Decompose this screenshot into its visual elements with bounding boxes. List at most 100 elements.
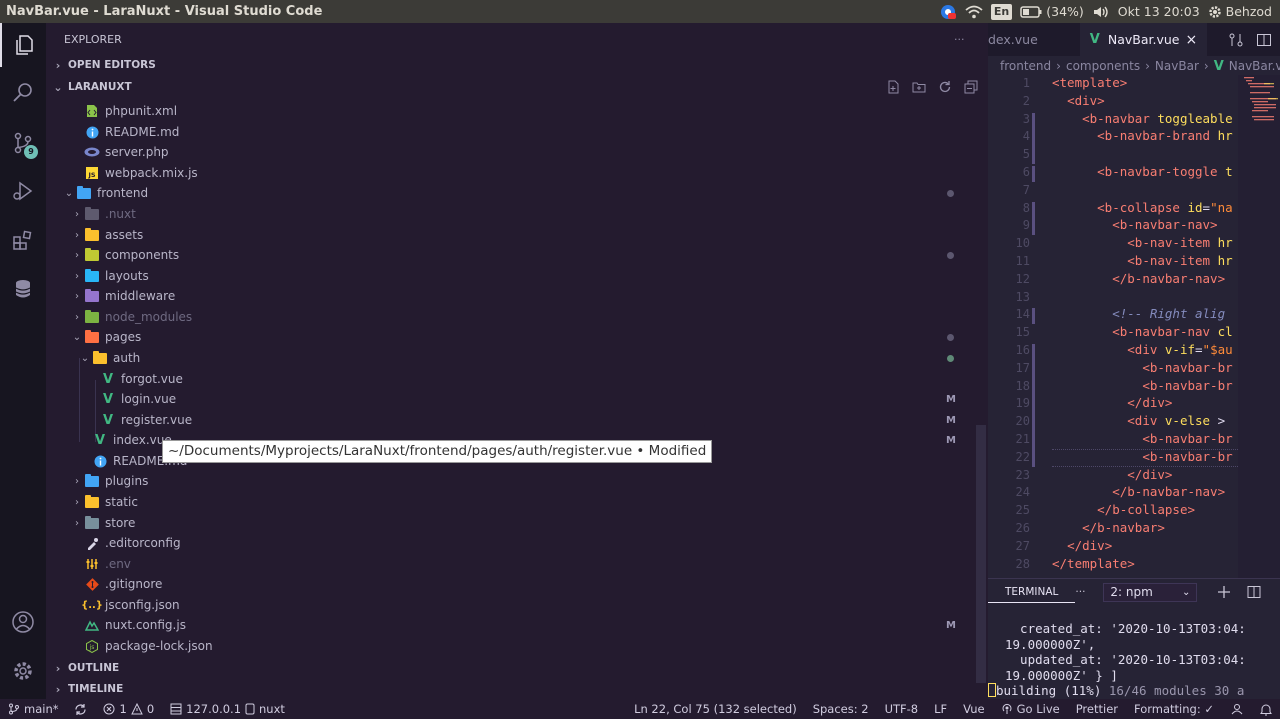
code-line: <b-navbar-br	[1142, 431, 1233, 446]
modified-gutter-marker	[1032, 112, 1035, 164]
tree-item-phpunit[interactable]: phpunit.xml	[46, 101, 974, 122]
minimap[interactable]	[1238, 75, 1280, 581]
chevron-down-icon: ⌄	[64, 187, 74, 199]
status-right: Ln 22, Col 75 (132 selected) Spaces: 2 U…	[626, 702, 1280, 716]
feedback-icon[interactable]	[1222, 703, 1252, 715]
timeline-section[interactable]: › TIMELINE	[46, 678, 988, 700]
clock[interactable]: Okt 13 20:03	[1118, 4, 1200, 19]
tree-item-package-lock[interactable]: js package-lock.json	[46, 636, 974, 657]
breadcrumb-frontend[interactable]: frontend	[1000, 59, 1051, 73]
explorer-more-button[interactable]: ···	[954, 33, 965, 46]
open-editors-section[interactable]: › OPEN EDITORS	[46, 54, 988, 76]
tree-item-server[interactable]: server.php	[46, 142, 974, 163]
extensions-icon[interactable]	[0, 219, 46, 263]
encoding[interactable]: UTF-8	[877, 702, 927, 716]
tree-item-plugins[interactable]: › plugins	[46, 471, 974, 492]
compare-changes-icon[interactable]	[1228, 32, 1244, 48]
tree-item-gitignore[interactable]: .gitignore	[46, 574, 974, 595]
tree-item-middleware[interactable]: › middleware	[46, 286, 974, 307]
tab-index-vue[interactable]: dex.vue	[988, 23, 1048, 56]
tree-item-readme-root[interactable]: README.md	[46, 122, 974, 143]
new-terminal-icon[interactable]	[1217, 585, 1231, 599]
tab-terminal[interactable]: TERMINAL	[988, 582, 1076, 603]
tree-item-assets[interactable]: › assets	[46, 225, 974, 246]
tree-item-store[interactable]: › store	[46, 513, 974, 534]
prettier-status[interactable]: Prettier	[1068, 702, 1126, 716]
keyboard-layout-indicator[interactable]: En	[990, 3, 1013, 20]
tree-item-jsconfig[interactable]: {..} jsconfig.json	[46, 595, 974, 616]
manage-gear-icon[interactable]	[0, 649, 46, 693]
run-debug-icon[interactable]	[0, 169, 46, 213]
problems-status[interactable]: 1 0	[95, 702, 162, 716]
split-terminal-icon[interactable]	[1247, 585, 1261, 599]
editor-tabs: dex.vue V NavBar.vue ×	[988, 23, 1280, 56]
go-live-button[interactable]: Go Live	[993, 702, 1068, 716]
breadcrumb-components[interactable]: components	[1066, 59, 1140, 73]
tree-item-static[interactable]: › static	[46, 492, 974, 513]
line-number: 4	[1022, 129, 1030, 144]
new-folder-icon[interactable]	[912, 80, 926, 94]
close-icon[interactable]: ×	[1185, 32, 1197, 48]
server-status[interactable]: 127.0.0.1 nuxt	[162, 702, 293, 716]
code-editor[interactable]: 1 <template> 2 <div> 3 <b-navbar toggleable…	[988, 75, 1280, 581]
tree-item-login[interactable]: Vlogin.vue M	[46, 389, 974, 410]
language-mode[interactable]: Vue	[955, 702, 992, 716]
tree-item-nuxt[interactable]: › .nuxt	[46, 204, 974, 225]
terminal-select[interactable]: 2: npm ⌄	[1103, 582, 1198, 602]
formatting-status[interactable]: Formatting: ✓	[1126, 702, 1222, 716]
chrome-notification-icon[interactable]	[939, 3, 957, 21]
tree-item-nuxt-config[interactable]: nuxt.config.js M	[46, 615, 974, 636]
battery-indicator[interactable]: (34%)	[1020, 4, 1084, 19]
vue-file-icon: V	[102, 391, 114, 407]
tree-item-webpack[interactable]: JS webpack.mix.js	[46, 163, 974, 184]
sync-icon[interactable]	[66, 703, 95, 716]
split-editor-icon[interactable]	[1256, 32, 1272, 48]
tree-item-auth[interactable]: ⌄ auth	[46, 348, 974, 369]
line-number: 7	[1022, 182, 1030, 197]
user-menu[interactable]: Behzod	[1208, 4, 1272, 19]
explorer-icon[interactable]	[0, 23, 46, 67]
breadcrumb-navbar-folder[interactable]: NavBar	[1155, 59, 1199, 73]
accounts-icon[interactable]	[0, 600, 46, 644]
tree-item-layouts[interactable]: › layouts	[46, 266, 974, 287]
project-section[interactable]: ⌄ LARANUXT	[46, 76, 988, 98]
tree-item-register[interactable]: Vregister.vue M	[46, 410, 974, 431]
tree-item-node-modules[interactable]: › node_modules	[46, 307, 974, 328]
tree-item-env[interactable]: .env	[46, 554, 974, 575]
notifications-icon[interactable]	[1252, 703, 1280, 716]
branch-status[interactable]: main*	[0, 702, 66, 716]
tree-item-frontend[interactable]: ⌄ frontend	[46, 183, 974, 204]
line-number: 8	[1022, 200, 1030, 215]
new-file-icon[interactable]	[886, 80, 900, 94]
tab-navbar-vue[interactable]: V NavBar.vue ×	[1079, 23, 1208, 56]
outline-section[interactable]: › OUTLINE	[46, 657, 988, 679]
refresh-icon[interactable]	[938, 80, 952, 94]
line-ending[interactable]: LF	[926, 702, 955, 716]
terminal-output[interactable]: created_at: '2020-10-13T03:04: 19.000000Z…	[988, 621, 1280, 699]
code-line: <b-navbar-nav cl	[1112, 324, 1233, 340]
tree-item-editorconfig[interactable]: .editorconfig	[46, 533, 974, 554]
tree-item-components[interactable]: › components	[46, 245, 974, 266]
line-number: 12	[1015, 271, 1030, 286]
explorer-scrollbar[interactable]	[976, 425, 986, 683]
source-control-icon[interactable]: 9	[0, 121, 46, 165]
volume-icon[interactable]	[1092, 5, 1110, 19]
line-number: 14	[1015, 307, 1030, 322]
tree-item-forgot[interactable]: Vforgot.vue	[46, 369, 974, 390]
code-line: <template>	[1052, 75, 1128, 90]
database-icon[interactable]	[0, 267, 46, 311]
collapse-all-icon[interactable]	[964, 80, 978, 94]
indentation[interactable]: Spaces: 2	[805, 702, 877, 716]
folder-icon	[84, 288, 100, 303]
terminal-line: 19.000000Z' } ]	[1005, 667, 1118, 683]
search-icon[interactable]	[0, 71, 46, 115]
wifi-icon[interactable]	[965, 5, 983, 19]
cursor-position[interactable]: Ln 22, Col 75 (132 selected)	[626, 702, 805, 716]
modified-gutter-marker	[1032, 308, 1035, 325]
panel-more-button[interactable]: ···	[1075, 586, 1085, 598]
chevron-right-icon: ›	[75, 249, 79, 261]
code-line: <b-navbar-brand hr	[1097, 128, 1233, 144]
breadcrumb-file[interactable]: NavBar.vu	[1229, 59, 1280, 73]
terminal-line: created_at: '2020-10-13T03:04:	[1005, 621, 1246, 636]
tree-item-pages[interactable]: ⌄ pages	[46, 327, 974, 348]
